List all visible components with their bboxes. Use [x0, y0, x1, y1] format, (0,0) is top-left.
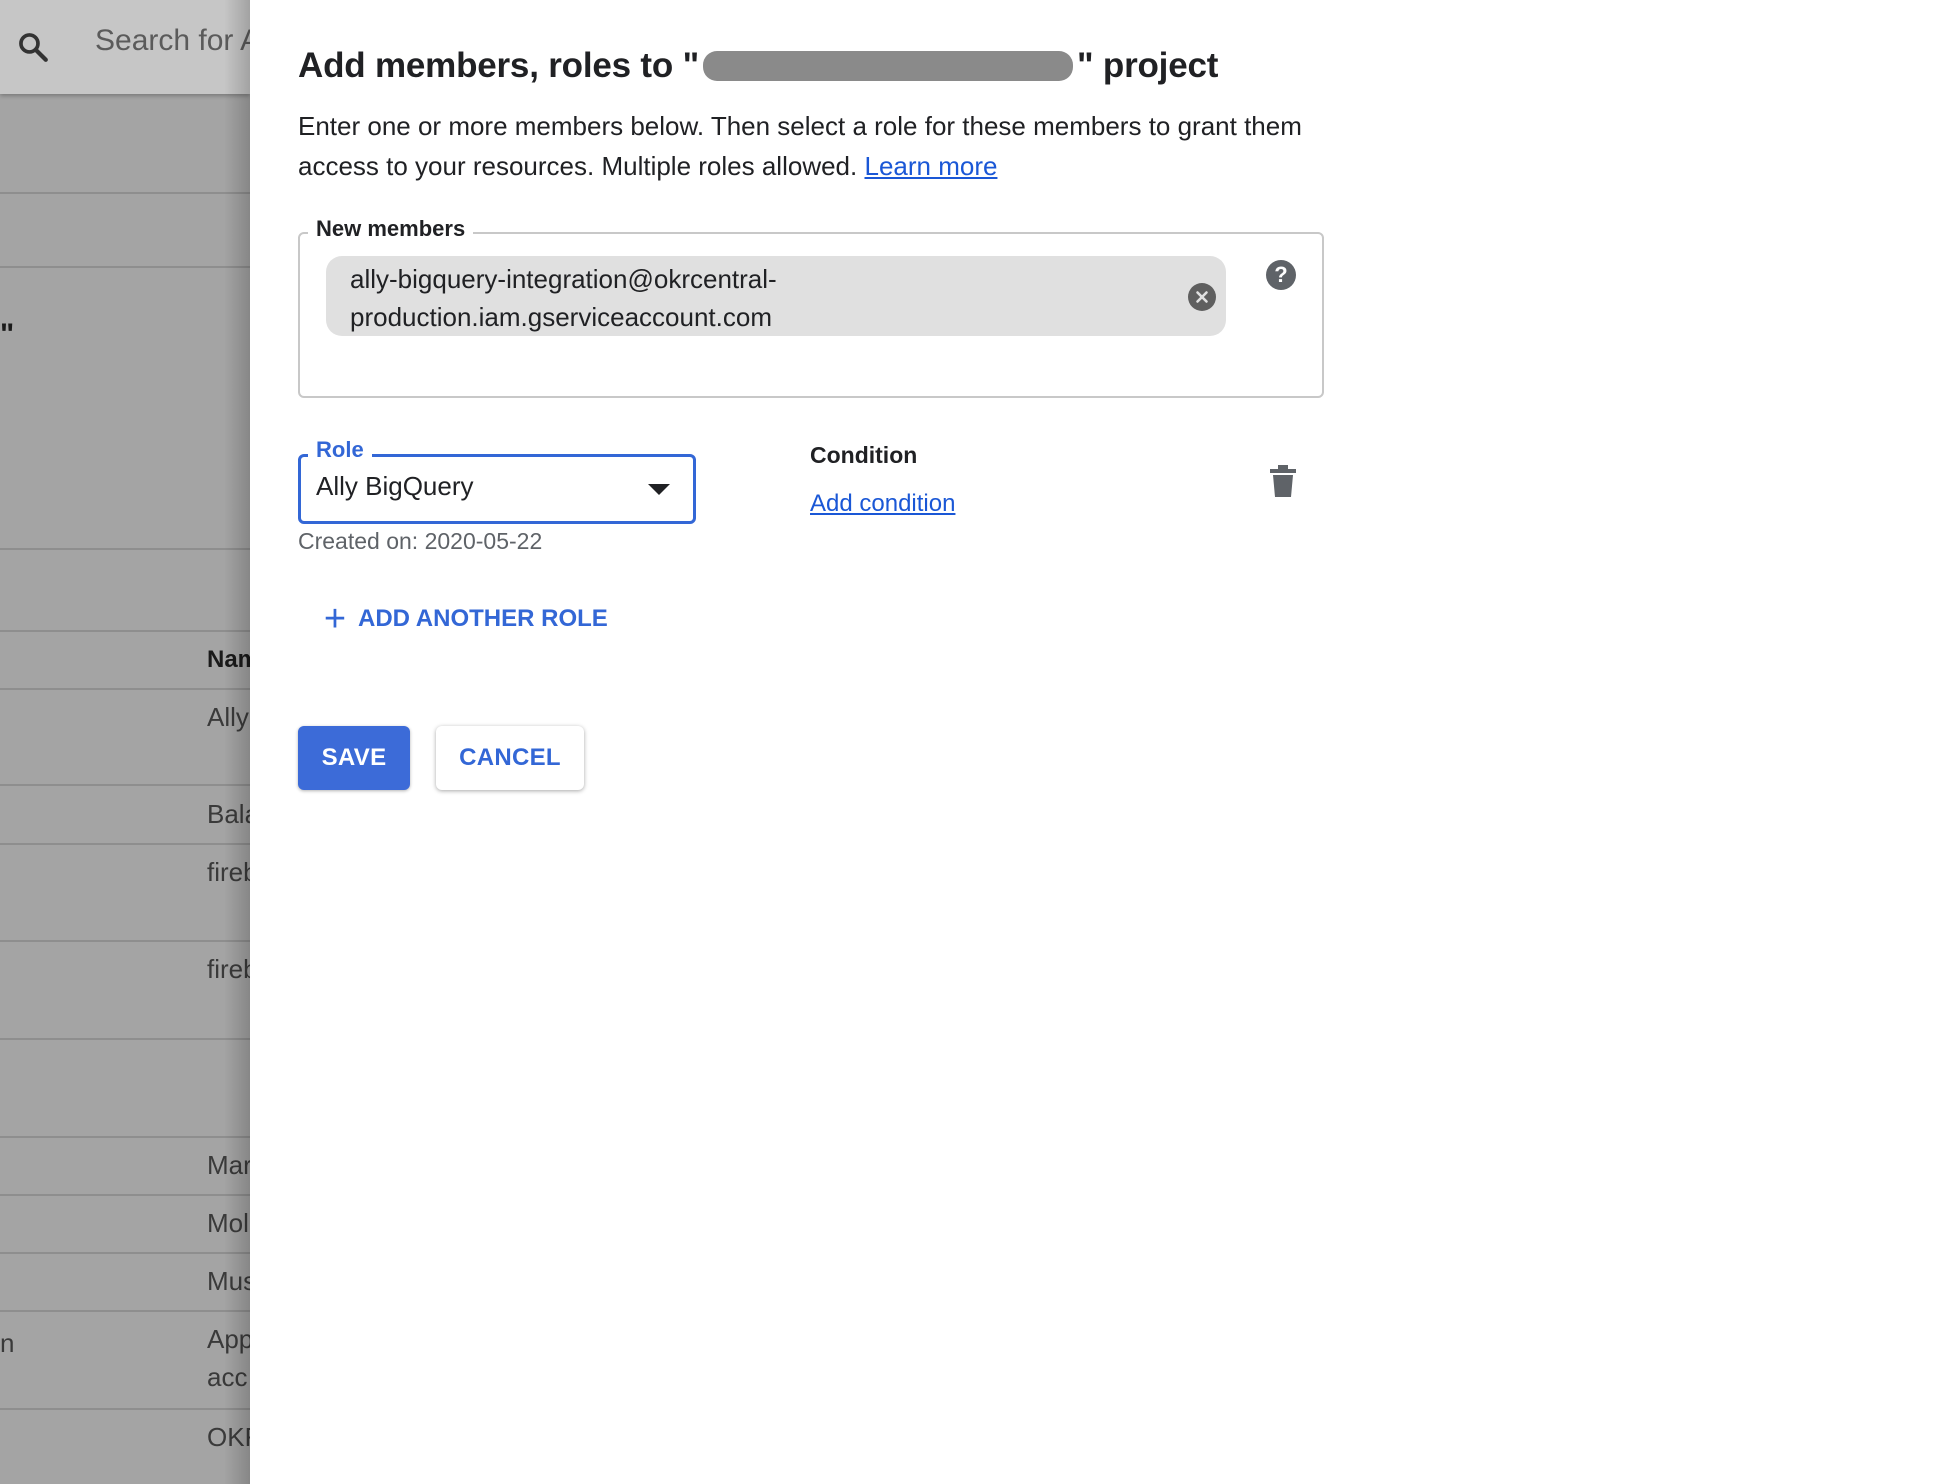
dropdown-arrow-icon[interactable]	[648, 484, 670, 495]
background-search-bar: Search for A	[0, 0, 250, 94]
cancel-button[interactable]: CANCEL	[436, 726, 584, 790]
close-circle-icon	[1196, 291, 1208, 303]
divider	[0, 784, 250, 786]
panel-shadow	[224, 0, 250, 1484]
dialog-description: Enter one or more members below. Then se…	[298, 106, 1358, 186]
role-created-on: Created on: 2020-05-22	[298, 528, 543, 554]
dialog-title: Add members, roles to " " project	[298, 44, 1218, 86]
plus-icon: +	[323, 598, 347, 640]
divider	[0, 1194, 250, 1196]
divider	[0, 266, 250, 268]
trash-icon[interactable]	[1270, 465, 1296, 497]
member-chip: ally-bigquery-integration@okrcentral- pr…	[326, 256, 1226, 336]
background-fragment: n	[0, 1328, 15, 1358]
background-page: Search for A " Nam Ally Bala fireb fireb…	[0, 0, 250, 1484]
divider	[0, 940, 250, 942]
divider	[0, 1252, 250, 1254]
search-icon	[19, 33, 48, 62]
role-selected-value: Ally BigQuery	[316, 471, 474, 501]
dialog-title-suffix: " project	[1076, 45, 1219, 85]
role-label: Role	[308, 437, 372, 463]
divider	[0, 1408, 250, 1410]
divider	[0, 1038, 250, 1040]
dialog-title-prefix: Add members, roles to "	[298, 45, 699, 85]
help-icon[interactable]: ?	[1266, 260, 1296, 290]
add-another-role-label: ADD ANOTHER ROLE	[358, 605, 608, 632]
divider	[0, 630, 250, 632]
divider	[0, 548, 250, 550]
learn-more-link[interactable]: Learn more	[864, 151, 997, 181]
member-chip-text-line: ally-bigquery-integration@okrcentral-	[350, 264, 777, 294]
condition-label: Condition	[810, 442, 918, 468]
add-another-role-button[interactable]: + ADD ANOTHER ROLE	[322, 598, 608, 640]
member-chip-text-line: production.iam.gserviceaccount.com	[350, 302, 772, 332]
divider	[0, 192, 250, 194]
redacted-project-name	[702, 50, 1073, 81]
divider	[0, 1310, 250, 1312]
divider	[0, 688, 250, 690]
save-button[interactable]: SAVE	[298, 726, 410, 790]
remove-member-button[interactable]	[1188, 283, 1216, 311]
add-condition-link[interactable]: Add condition	[810, 490, 955, 518]
divider	[0, 843, 250, 845]
new-members-label: New members	[308, 216, 474, 242]
dialog-description-text: Enter one or more members below. Then se…	[298, 111, 1302, 181]
background-fragment: "	[0, 318, 15, 351]
add-members-panel: Add members, roles to " " project Enter o…	[250, 0, 1948, 1484]
divider	[0, 1136, 250, 1138]
